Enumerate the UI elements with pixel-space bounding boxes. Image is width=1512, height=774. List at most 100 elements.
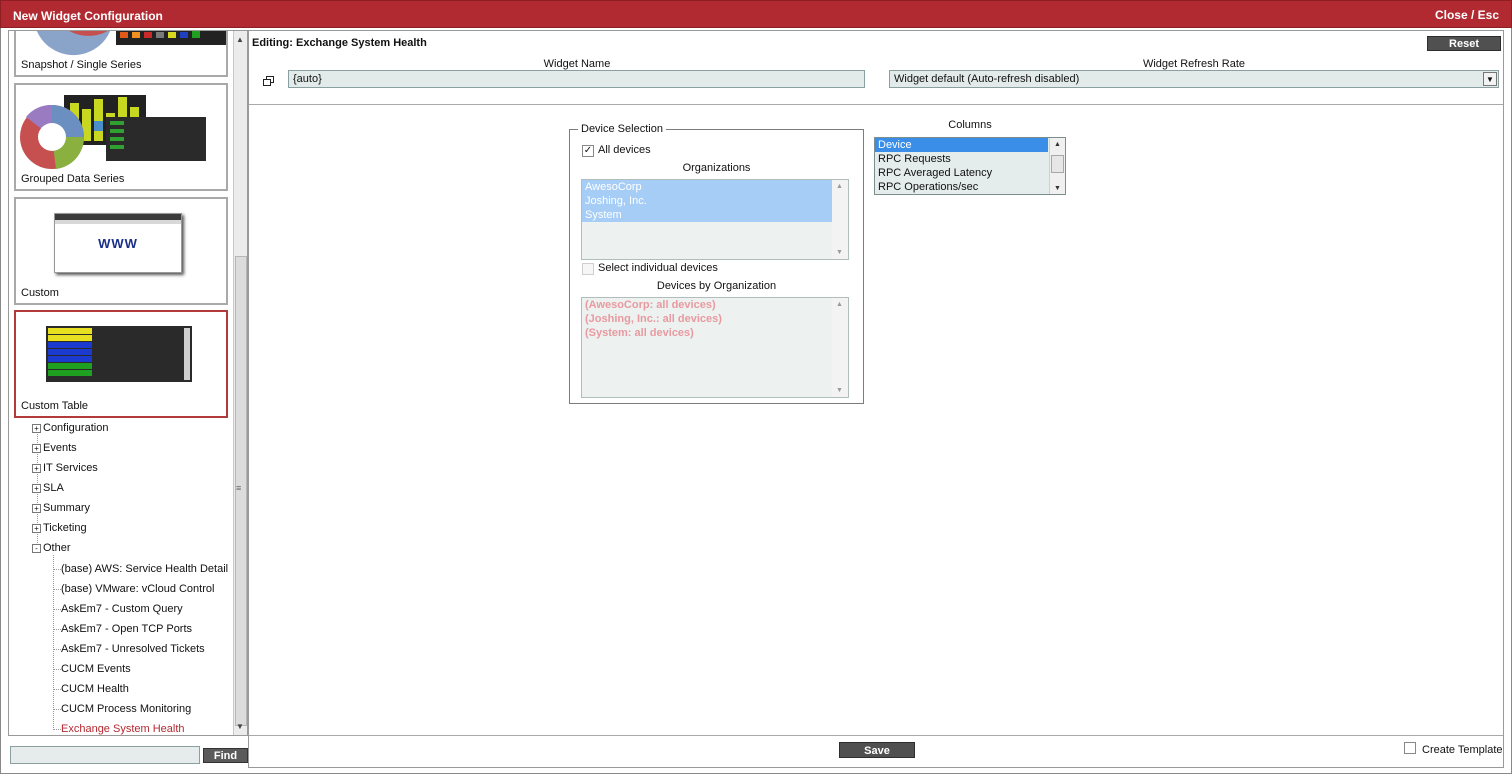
tile-custom[interactable]: WWW Custom [14, 197, 228, 305]
list-item[interactable]: (System: all devices) [582, 326, 848, 340]
list-item[interactable]: AskEm7 - Unresolved Tickets [61, 641, 205, 657]
select-individual-label: Select individual devices [598, 262, 718, 274]
columns-label: Columns [948, 119, 992, 131]
tree-node-configuration[interactable]: + Configuration [32, 420, 108, 436]
create-template-label: Create Template [1422, 744, 1503, 756]
scroll-up-icon[interactable]: ▲ [836, 183, 843, 190]
scroll-down-icon[interactable]: ▼ [836, 387, 843, 394]
expand-icon[interactable]: + [32, 423, 41, 433]
list-item[interactable]: Device [875, 138, 1048, 152]
scroll-up-icon[interactable]: ▲ [836, 301, 843, 308]
tree-connector [53, 569, 61, 570]
list-item[interactable]: (Joshing, Inc.: all devices) [582, 312, 848, 326]
close-button[interactable]: Close / Esc [1435, 8, 1499, 22]
list-item[interactable]: AwesoCorp [582, 180, 832, 194]
dropdown-arrow-icon[interactable]: ▼ [1483, 72, 1497, 86]
refresh-rate-label: Widget Refresh Rate [1142, 58, 1246, 70]
editing-title: Editing: Exchange System Health [252, 37, 427, 49]
title-bar: New Widget Configuration Close / Esc [0, 0, 1512, 28]
list-item[interactable]: System [582, 208, 832, 222]
list-item[interactable]: AskEm7 - Custom Query [61, 601, 183, 617]
scroll-up-icon[interactable]: ▲ [236, 35, 244, 44]
grouped-thumbnail-icon [20, 95, 206, 169]
tree-connector [53, 649, 61, 650]
divider [249, 104, 1503, 105]
list-item[interactable]: CUCM Events [61, 661, 131, 677]
snapshot-thumbnail-icon [36, 31, 226, 55]
grip-icon: ≡ [236, 483, 242, 493]
list-item[interactable]: (base) VMware: vCloud Control [61, 581, 214, 597]
sidebar-scrollbar[interactable]: ▲ ≡ ▼ [233, 31, 247, 735]
www-label: WWW [98, 236, 138, 251]
expand-icon[interactable]: + [32, 443, 41, 453]
tree-label: Configuration [43, 422, 109, 434]
widget-name-label: Widget Name [543, 58, 611, 70]
list-scrollbar[interactable]: ▲ ▼ [832, 180, 848, 259]
tile-caption: Grouped Data Series [21, 173, 125, 185]
expand-icon[interactable]: + [32, 523, 41, 533]
divider [249, 735, 1503, 736]
scroll-down-icon[interactable]: ▼ [836, 249, 843, 256]
tree-connector [53, 689, 61, 690]
tree-label: Events [43, 442, 77, 454]
select-individual-checkbox[interactable] [582, 263, 594, 275]
list-item[interactable]: RPC Averaged Latency [875, 166, 1048, 180]
expand-icon[interactable]: + [32, 463, 41, 473]
tree-label: Ticketing [43, 522, 87, 534]
browser-thumbnail-icon: WWW [54, 213, 182, 273]
list-item[interactable]: CUCM Health [61, 681, 129, 697]
copy-icon[interactable] [263, 76, 275, 87]
tree-connector [53, 609, 61, 610]
refresh-rate-value: Widget default (Auto-refresh disabled) [894, 73, 1080, 85]
tree-node-ticketing[interactable]: + Ticketing [32, 520, 87, 536]
list-scrollbar[interactable]: ▲ ▼ [1049, 138, 1065, 194]
list-item[interactable]: Joshing, Inc. [582, 194, 832, 208]
editor-panel: Editing: Exchange System Health Reset Wi… [248, 30, 1504, 768]
tile-custom-table[interactable]: Custom Table [14, 310, 228, 418]
scroll-up-icon[interactable]: ▲ [1054, 141, 1061, 148]
device-selection-group: Device Selection ✓ All devices Organizat… [569, 123, 864, 404]
table-thumbnail-icon [46, 326, 192, 382]
refresh-rate-select[interactable]: Widget default (Auto-refresh disabled) ▼ [889, 70, 1499, 88]
tree-node-other[interactable]: - Other [32, 540, 71, 556]
list-item[interactable]: (base) AWS: Service Health Detail [61, 561, 228, 577]
expand-icon[interactable]: + [32, 503, 41, 513]
devices-by-org-list[interactable]: (AwesoCorp: all devices) (Joshing, Inc.:… [581, 297, 849, 398]
device-selection-legend: Device Selection [581, 123, 663, 135]
list-item[interactable]: RPC Requests [875, 152, 1048, 166]
create-template-checkbox[interactable] [1404, 742, 1416, 754]
tile-caption: Custom Table [21, 400, 89, 412]
scrollbar-thumb[interactable] [1051, 155, 1064, 173]
tree-connector [53, 729, 61, 730]
all-devices-checkbox[interactable]: ✓ [582, 145, 594, 157]
save-button[interactable]: Save [839, 742, 915, 758]
tree-node-sla[interactable]: + SLA [32, 480, 64, 496]
window-title: New Widget Configuration [13, 9, 163, 23]
tree-label: SLA [43, 482, 64, 494]
tree-node-events[interactable]: + Events [32, 440, 77, 456]
list-item[interactable]: (AwesoCorp: all devices) [582, 298, 848, 312]
find-button[interactable]: Find [203, 748, 248, 763]
tile-caption: Custom [21, 287, 59, 299]
find-input[interactable] [10, 746, 200, 764]
reset-button[interactable]: Reset [1427, 36, 1501, 51]
list-item[interactable]: RPC Operations/sec [875, 180, 1048, 194]
list-item-active[interactable]: Exchange System Health [61, 721, 185, 735]
list-item[interactable]: AskEm7 - Open TCP Ports [61, 621, 192, 637]
tree-connector [53, 589, 61, 590]
scroll-down-icon[interactable]: ▼ [1054, 185, 1061, 192]
expand-icon[interactable]: + [32, 483, 41, 493]
tree-node-it-services[interactable]: + IT Services [32, 460, 98, 476]
widget-name-input[interactable]: {auto} [288, 70, 865, 88]
tree-node-summary[interactable]: + Summary [32, 500, 90, 516]
tile-snapshot-single-series[interactable]: Snapshot / Single Series [14, 31, 228, 77]
organizations-list[interactable]: AwesoCorp Joshing, Inc. System ▲ ▼ [581, 179, 849, 260]
list-scrollbar[interactable]: ▲ ▼ [832, 298, 848, 397]
columns-list[interactable]: Device RPC Requests RPC Averaged Latency… [874, 137, 1066, 195]
tile-grouped-data-series[interactable]: Grouped Data Series [14, 83, 228, 191]
organizations-label: Organizations [682, 162, 751, 174]
scroll-down-icon[interactable]: ▼ [236, 722, 244, 731]
collapse-icon[interactable]: - [32, 543, 41, 553]
tree-label: IT Services [43, 462, 98, 474]
list-item[interactable]: CUCM Process Monitoring [61, 701, 191, 717]
